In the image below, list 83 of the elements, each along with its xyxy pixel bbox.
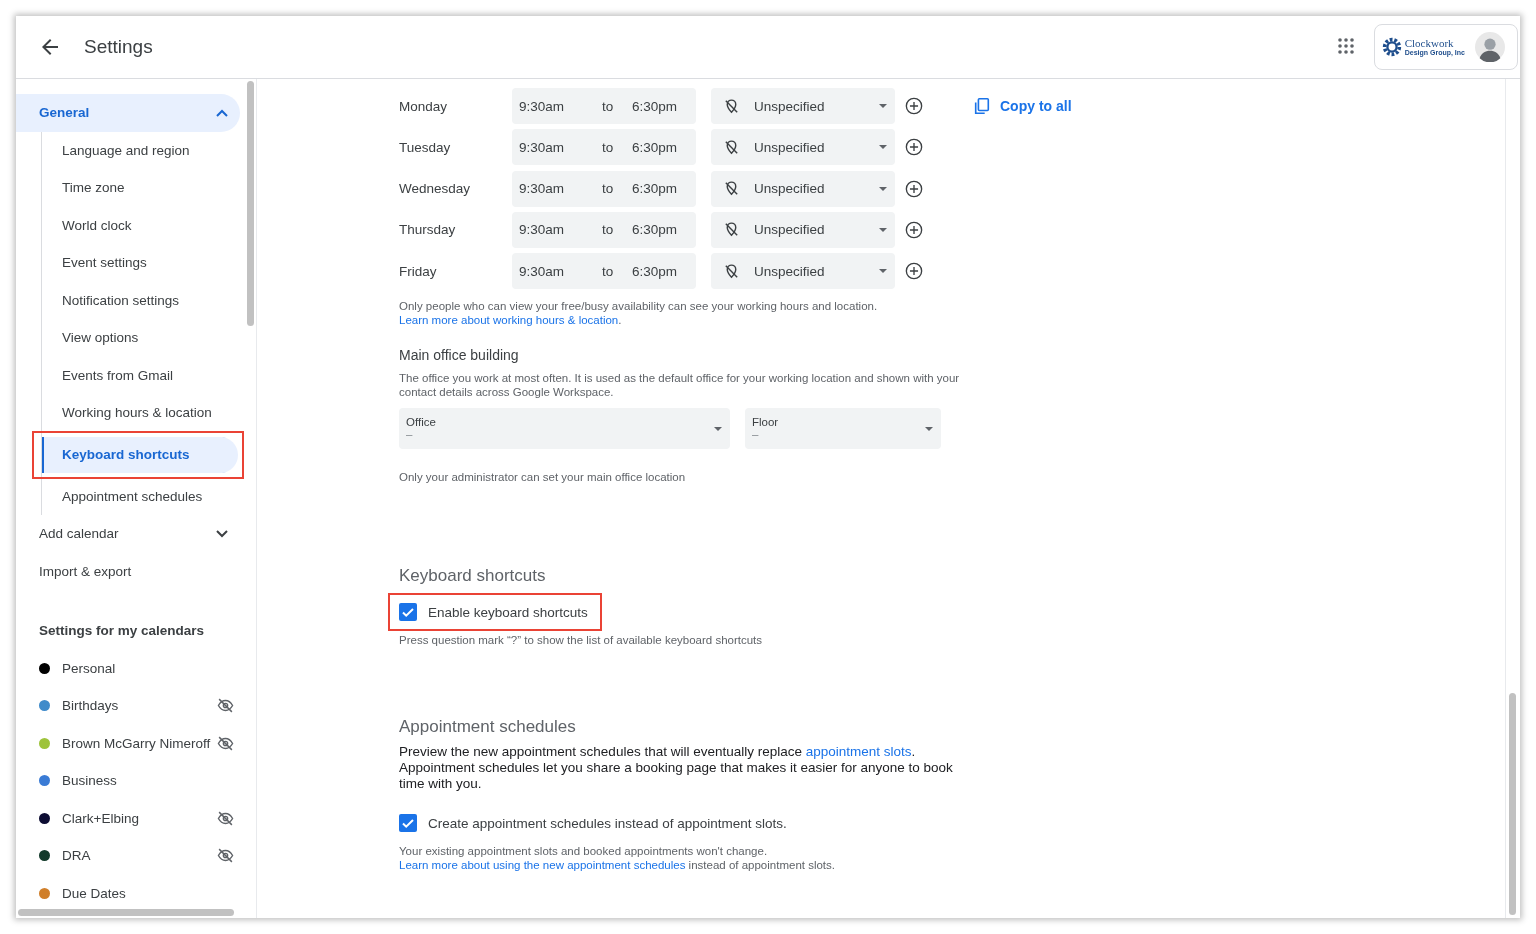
location-off-icon [723,180,740,198]
calendar-name[interactable]: Due Dates [62,885,234,901]
sidebar-item[interactable]: Working hours & location [42,394,240,432]
add-circle-icon[interactable] [905,138,923,157]
day-label: Wednesday [399,181,472,197]
scrollbar-thumb[interactable] [1509,693,1516,915]
location-dropdown[interactable]: Unspecified [711,129,895,166]
help-text: Only your administrator can set your main office location [399,470,687,485]
section-heading: Keyboard shortcuts [399,566,547,587]
add-circle-icon[interactable] [905,179,923,198]
logo-name: Clockwork [1404,38,1455,49]
checkbox-label[interactable]: Enable keyboard shortcuts [428,604,588,620]
dropdown-field[interactable]: Floor – [745,408,941,450]
sidebar-group[interactable]: Import & export [16,552,240,590]
calendar-name[interactable]: DRA [62,848,217,864]
apps-grid-icon[interactable] [1337,38,1356,56]
location-dropdown[interactable]: Unspecified [711,88,895,124]
sidebar-item[interactable]: Keyboard shortcuts [42,436,238,473]
help-text: Only people who can view your free/busy availability can see your working hours and location. [399,299,879,314]
copy-icon [973,97,991,115]
time-range-field[interactable]: 9:30am to 6:30pm [512,88,696,124]
dropdown-arrow-icon [879,186,887,191]
sidebar-item[interactable]: Language and region [42,131,240,169]
section-heading: Appointment schedules [399,717,577,738]
calendar-name[interactable]: Birthdays [62,698,217,714]
checkbox[interactable] [399,814,417,833]
location-dropdown[interactable]: Unspecified [711,211,895,248]
calendar-name[interactable]: Brown McGarry Nimeroff [62,735,217,751]
link[interactable]: appointment slots [805,744,912,760]
scrollbar-thumb[interactable] [247,81,254,326]
day-label: Monday [399,98,449,114]
dropdown-arrow-icon [879,227,887,232]
sidebar-item[interactable]: View options [42,319,240,357]
sidebar-item[interactable]: Appointment schedules [42,477,240,515]
location-dropdown[interactable]: Unspecified [711,253,895,290]
section-heading: Main office building [399,347,520,364]
dropdown-arrow-icon [879,145,887,150]
help-text: Press question mark “?” to show the list of available keyboard shortcuts [399,633,764,648]
help-text: Learn more about working hours & location. [399,313,623,328]
description-text: The office you work at most often. It is used as the default office for your working location and shown with your contact details across Google Workspace. [399,371,961,400]
chevron-down-icon [216,529,228,538]
sidebar-group[interactable]: Add calendar [16,515,240,553]
link[interactable]: Learn more about using the new appointment schedules [399,859,686,872]
checkbox-label[interactable]: Create appointment schedules instead of appointment slots. [428,815,787,831]
time-range-field[interactable]: 9:30am to 6:30pm [512,253,696,290]
avatar-icon[interactable] [1475,32,1505,62]
calendar-name[interactable]: Business [62,773,234,789]
page-title: Settings [84,36,154,58]
add-circle-icon[interactable] [905,262,923,281]
add-circle-icon[interactable] [905,97,923,115]
chevron-up-icon [216,108,228,117]
day-label: Friday [399,263,438,279]
copy-to-all-button[interactable]: Copy to all [973,97,1072,115]
location-off-icon [723,97,740,115]
location-off-icon [723,262,740,280]
sidebar-item[interactable]: Time zone [42,169,240,207]
add-circle-icon[interactable] [905,220,923,239]
sidebar-item[interactable]: Event settings [42,244,240,282]
dropdown-arrow-icon [714,426,722,431]
checkbox[interactable] [399,603,417,622]
day-label: Tuesday [399,139,452,155]
help-text: Your existing appointment slots and booked appointments won't change. Learn more about using the new appointment schedules instead of appointment slots. [399,844,836,873]
location-off-icon [723,138,740,156]
section-heading: Settings for my calendars [39,622,206,641]
description-text: Preview the new appointment schedules that will eventually replace appointment slots. Appointment schedules let you share a booking page that makes it easier for anyone to book time with you. [399,744,954,793]
dropdown-arrow-icon [925,426,933,431]
sidebar-item[interactable]: World clock [42,206,240,244]
sidebar-group[interactable]: General [16,94,240,132]
sidebar-item[interactable]: Notification settings [42,281,240,319]
dropdown-arrow-icon [879,269,887,274]
time-range-field[interactable]: 9:30am to 6:30pm [512,170,696,207]
scrollbar-thumb[interactable] [18,908,234,916]
day-label: Thursday [399,222,457,238]
calendar-name[interactable]: Clark+Elbing [62,810,217,826]
calendar-name[interactable]: Personal [62,660,234,676]
dropdown-field[interactable]: Office – [399,408,730,450]
location-off-icon [723,221,740,239]
dropdown-arrow-icon [879,104,887,108]
time-range-field[interactable]: 9:30am to 6:30pm [512,211,696,248]
time-range-field[interactable]: 9:30am to 6:30pm [512,129,696,166]
location-dropdown[interactable]: Unspecified [711,170,895,207]
sidebar-item[interactable]: Events from Gmail [42,356,240,394]
gear-icon [1380,36,1403,58]
